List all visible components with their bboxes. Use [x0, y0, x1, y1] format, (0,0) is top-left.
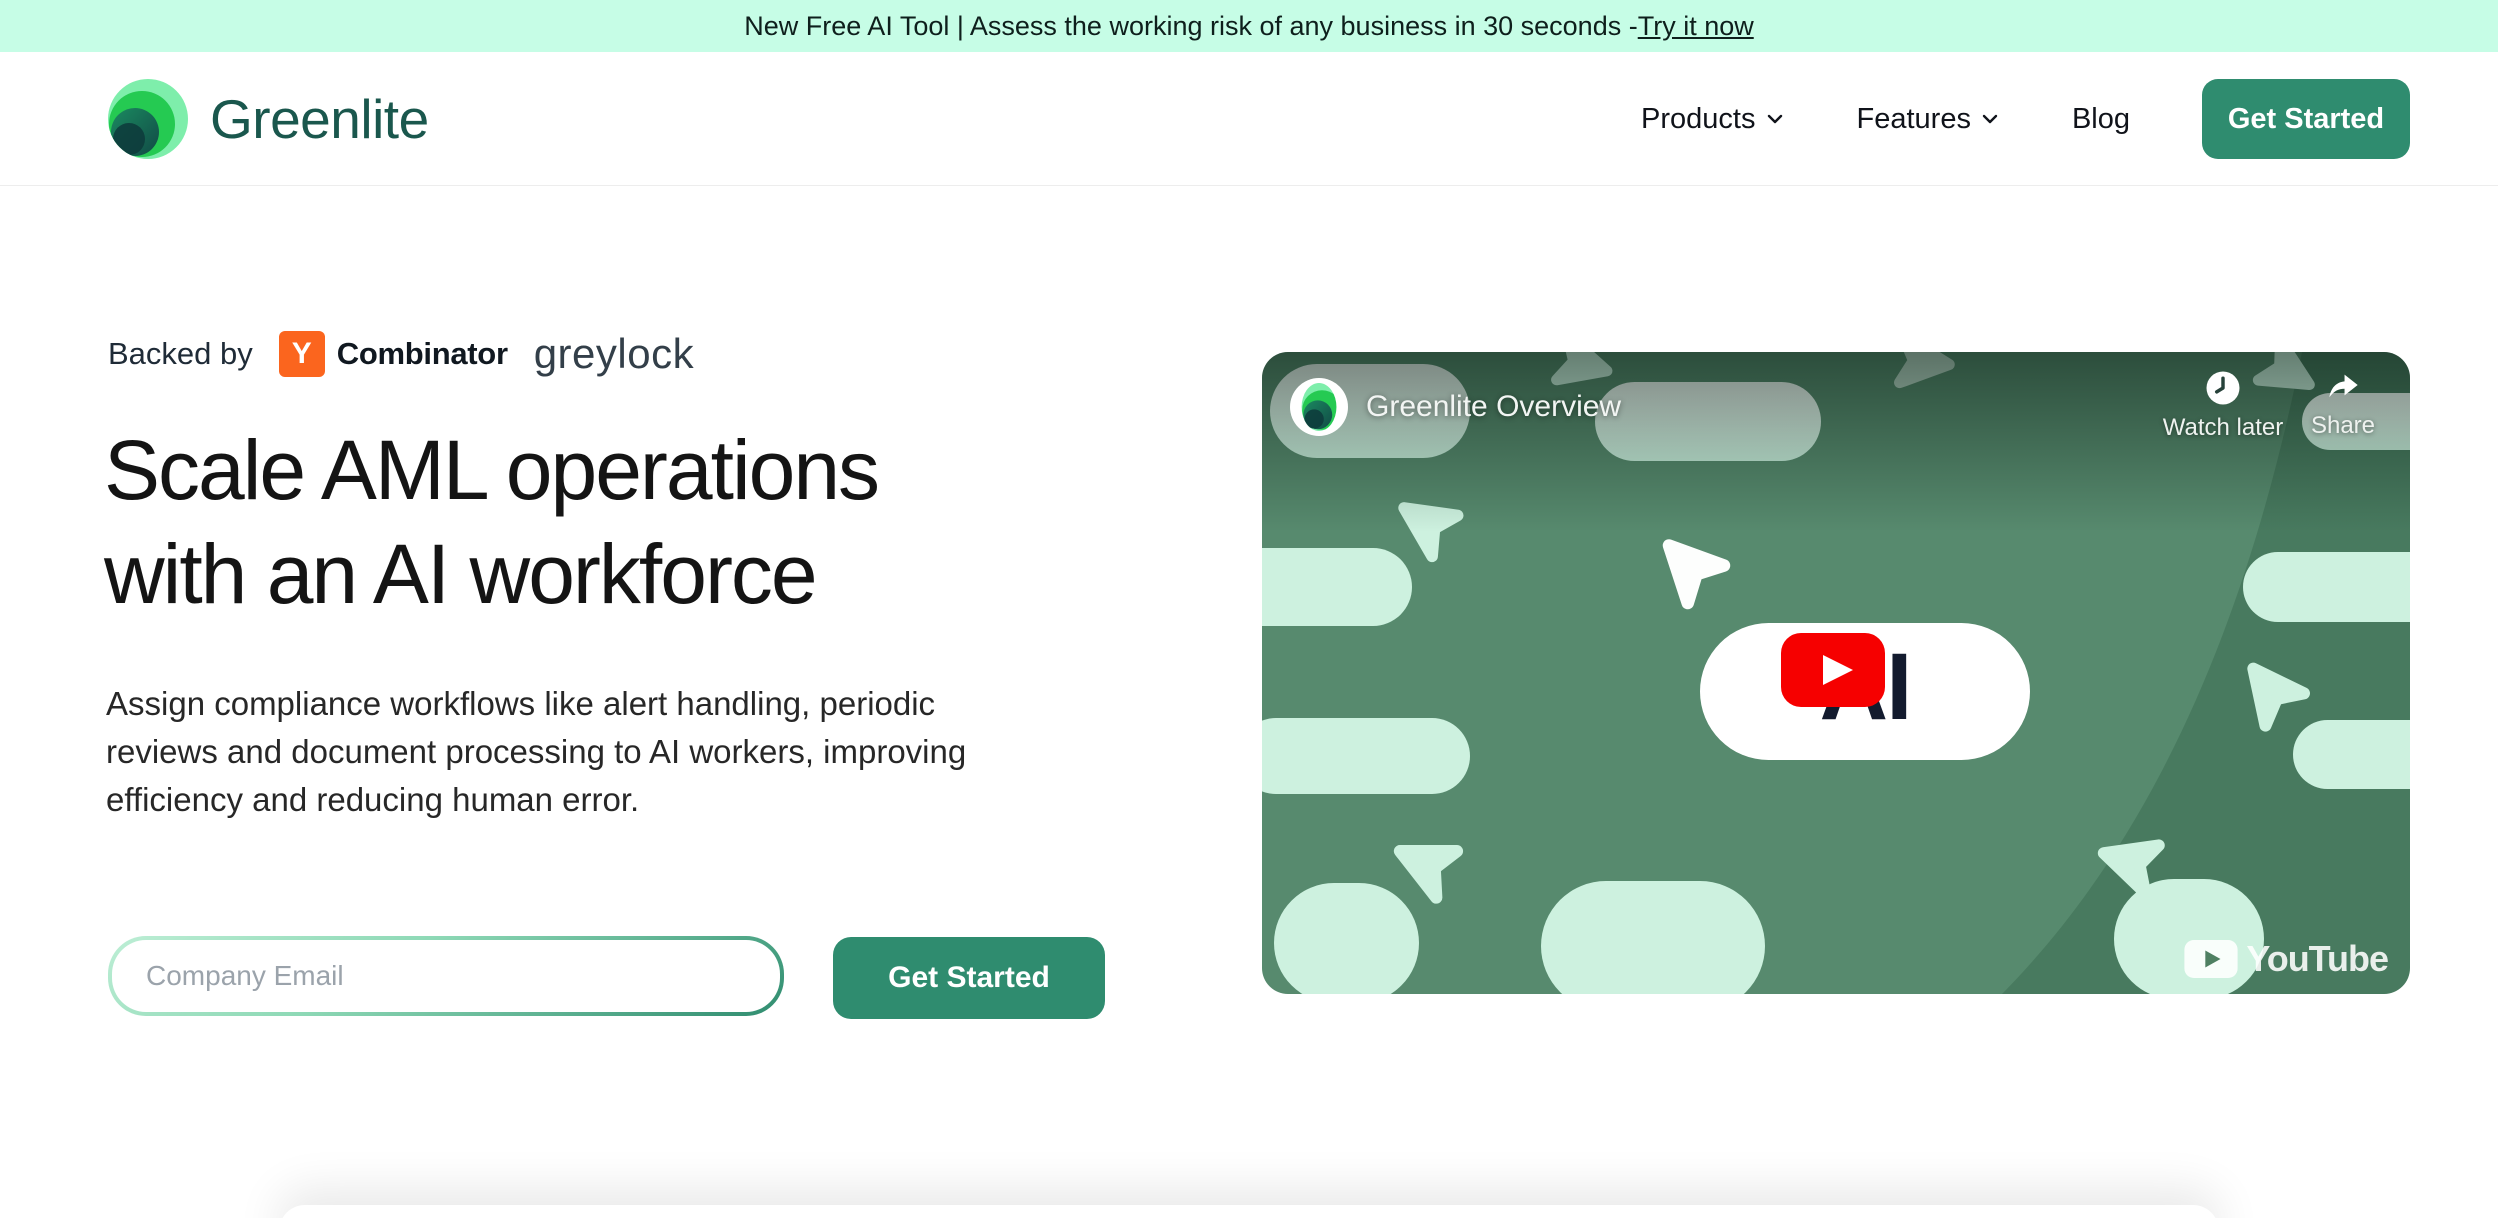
thumbnail-pill	[1541, 881, 1765, 994]
nav-label: Features	[1857, 103, 1971, 136]
thumbnail-pill	[2293, 720, 2410, 789]
cursor-arrow-icon	[1654, 533, 1734, 613]
nav-item-features[interactable]: Features	[1857, 103, 2000, 136]
chevron-down-icon	[1765, 109, 1785, 129]
company-email-input[interactable]	[108, 936, 784, 1016]
youtube-wordmark: YouTube	[2246, 938, 2388, 980]
header-get-started-button[interactable]: Get Started	[2202, 79, 2410, 159]
thumbnail-pill	[1262, 548, 1412, 626]
greenlite-logo-icon	[1302, 383, 1337, 431]
thumbnail-ai-pill: AI	[1700, 623, 2030, 760]
greenlite-landing-page: New Free AI Tool | Assess the working ri…	[0, 0, 2498, 1218]
thumbnail-pill	[1262, 718, 1470, 794]
youtube-logo-icon	[2184, 940, 2238, 978]
signup-form: Get Started	[108, 936, 1105, 1019]
next-section-card	[279, 1205, 2219, 1218]
hero-title: Scale AML operations with an AI workforce	[104, 418, 1124, 626]
announcement-banner: New Free AI Tool | Assess the working ri…	[0, 0, 2498, 52]
greylock-logo: greylock	[534, 330, 694, 378]
try-it-now-link[interactable]: Try it now	[1638, 11, 1754, 42]
share-button[interactable]: Share	[2298, 370, 2388, 440]
share-arrow-icon	[2324, 370, 2362, 404]
site-header: Greenlite Products Features Blog Get Sta…	[0, 52, 2498, 186]
brand-logo[interactable]: Greenlite	[108, 79, 429, 159]
hero-description: Assign compliance workflows like alert h…	[106, 680, 1056, 824]
backed-by-label: Backed by	[108, 336, 253, 372]
watch-later-button[interactable]: Watch later	[2160, 370, 2286, 442]
video-title[interactable]: Greenlite Overview	[1366, 390, 1621, 424]
greenlite-logo-icon	[108, 79, 188, 159]
backed-by-row: Backed by Y Combinator greylock	[108, 330, 694, 378]
y-combinator-logo: Y Combinator	[279, 331, 508, 377]
hero-title-line2: with an AI workforce	[104, 527, 816, 621]
hero-title-line1: Scale AML operations	[104, 423, 878, 517]
y-combinator-icon: Y	[279, 331, 325, 377]
youtube-video-player[interactable]: AI Greenlite Overview Watch later	[1262, 352, 2410, 994]
video-channel-avatar[interactable]	[1290, 378, 1348, 436]
youtube-watermark[interactable]: YouTube	[2184, 938, 2388, 980]
thumbnail-pill	[1274, 883, 1419, 994]
announcement-text: New Free AI Tool | Assess the working ri…	[744, 11, 1637, 42]
hero-get-started-button[interactable]: Get Started	[833, 937, 1105, 1019]
nav-item-products[interactable]: Products	[1641, 103, 1784, 136]
nav-item-blog[interactable]: Blog	[2072, 103, 2130, 136]
y-combinator-wordmark: Combinator	[337, 336, 508, 372]
cursor-arrow-icon	[2232, 655, 2317, 740]
share-label: Share	[2311, 412, 2375, 440]
chevron-down-icon	[1980, 109, 2000, 129]
youtube-play-button[interactable]	[1781, 633, 1885, 707]
clock-icon	[2205, 370, 2241, 406]
watch-later-label: Watch later	[2163, 414, 2283, 442]
nav-label: Blog	[2072, 103, 2130, 136]
brand-name: Greenlite	[210, 87, 429, 151]
nav-label: Products	[1641, 103, 1755, 136]
thumbnail-pill	[2243, 552, 2410, 622]
main-nav: Products Features Blog Get Started	[1641, 52, 2410, 186]
